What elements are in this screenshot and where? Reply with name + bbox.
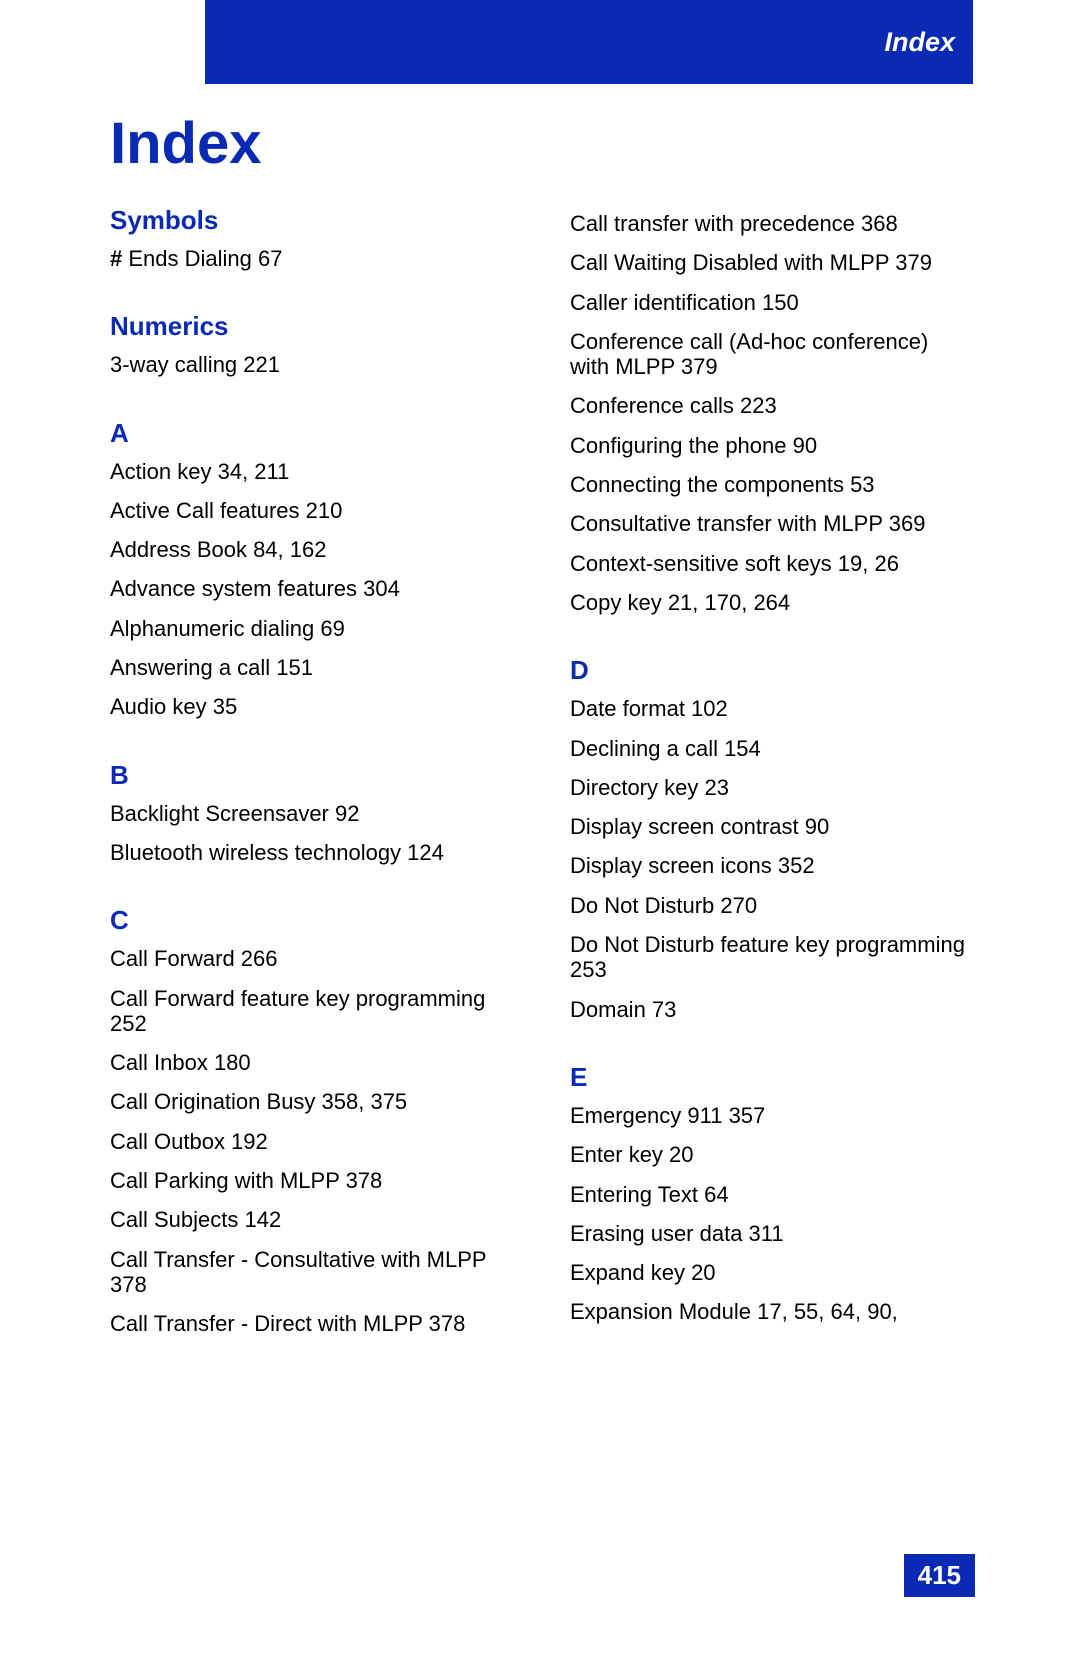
index-entry: Context-sensitive soft keys 19, 26 <box>570 551 970 576</box>
index-entry: Advance system features 304 <box>110 576 510 601</box>
index-entry: Expansion Module 17, 55, 64, 90, <box>570 1299 970 1324</box>
header-banner: Index <box>205 0 973 84</box>
index-entry: Call Inbox 180 <box>110 1050 510 1075</box>
index-entry: Call Parking with MLPP 378 <box>110 1168 510 1193</box>
index-entry: Display screen contrast 90 <box>570 814 970 839</box>
heading-c: C <box>110 905 510 936</box>
index-entry: Call Origination Busy 358, 375 <box>110 1089 510 1114</box>
index-entry: Call Forward 266 <box>110 946 510 971</box>
index-entry: Configuring the phone 90 <box>570 433 970 458</box>
index-entry: Caller identification 150 <box>570 290 970 315</box>
index-entry: Directory key 23 <box>570 775 970 800</box>
index-entry: Enter key 20 <box>570 1142 970 1167</box>
index-entry: # Ends Dialing 67 <box>110 246 510 271</box>
page-title: Index <box>110 110 262 177</box>
index-entry: Expand key 20 <box>570 1260 970 1285</box>
hash-prefix: # <box>110 246 128 271</box>
index-entry: 3-way calling 221 <box>110 352 510 377</box>
index-entry: Conference call (Ad-hoc conference) with… <box>570 329 970 380</box>
index-entry: Audio key 35 <box>110 694 510 719</box>
index-entry: Bluetooth wireless technology 124 <box>110 840 510 865</box>
index-entry: Declining a call 154 <box>570 736 970 761</box>
index-entry: Domain 73 <box>570 997 970 1022</box>
index-entry: Call Transfer - Direct with MLPP 378 <box>110 1311 510 1336</box>
index-entry: Call Transfer - Consultative with MLPP 3… <box>110 1247 510 1298</box>
index-entry: Call Outbox 192 <box>110 1129 510 1154</box>
index-entry: Consultative transfer with MLPP 369 <box>570 511 970 536</box>
index-entry: Active Call features 210 <box>110 498 510 523</box>
index-entry: Do Not Disturb feature key programming 2… <box>570 932 970 983</box>
index-entry: Call Forward feature key programming 252 <box>110 986 510 1037</box>
index-entry: Answering a call 151 <box>110 655 510 680</box>
index-entry: Backlight Screensaver 92 <box>110 801 510 826</box>
right-column: Call transfer with precedence 368 Call W… <box>570 205 970 1351</box>
index-entry: Call transfer with precedence 368 <box>570 211 970 236</box>
index-entry: Alphanumeric dialing 69 <box>110 616 510 641</box>
left-column: Symbols # Ends Dialing 67 Numerics 3-way… <box>110 205 510 1351</box>
index-entry: Address Book 84, 162 <box>110 537 510 562</box>
heading-e: E <box>570 1062 970 1093</box>
heading-d: D <box>570 655 970 686</box>
page-number: 415 <box>904 1554 975 1597</box>
index-entry: Action key 34, 211 <box>110 459 510 484</box>
heading-numerics: Numerics <box>110 311 510 342</box>
index-entry: Connecting the components 53 <box>570 472 970 497</box>
heading-b: B <box>110 760 510 791</box>
entry-text: Ends Dialing 67 <box>128 246 282 271</box>
index-entry: Display screen icons 352 <box>570 853 970 878</box>
index-entry: Emergency 911 357 <box>570 1103 970 1128</box>
index-entry: Copy key 21, 170, 264 <box>570 590 970 615</box>
index-entry: Date format 102 <box>570 696 970 721</box>
header-label: Index <box>884 27 955 58</box>
index-entry: Do Not Disturb 270 <box>570 893 970 918</box>
index-entry: Call Waiting Disabled with MLPP 379 <box>570 250 970 275</box>
index-entry: Entering Text 64 <box>570 1182 970 1207</box>
index-columns: Symbols # Ends Dialing 67 Numerics 3-way… <box>110 205 970 1351</box>
heading-a: A <box>110 418 510 449</box>
heading-symbols: Symbols <box>110 205 510 236</box>
index-entry: Erasing user data 311 <box>570 1221 970 1246</box>
index-entry: Call Subjects 142 <box>110 1207 510 1232</box>
index-entry: Conference calls 223 <box>570 393 970 418</box>
